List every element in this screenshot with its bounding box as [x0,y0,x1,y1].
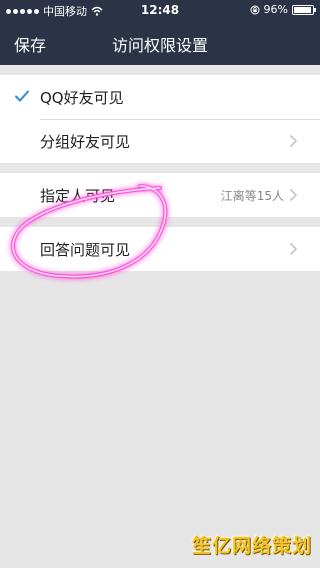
nav-bar: 保存 访问权限设置 [0,20,320,65]
battery-icon [292,4,316,15]
watermark: 笙亿网络策划 [191,535,312,557]
rotation-lock-icon [250,5,260,14]
page-title: 访问权限设置 [111,36,208,55]
chevron-right-icon [289,188,298,202]
checkmark-icon [15,90,29,102]
visibility-group-question: 回答问题可见 [0,227,320,271]
battery-percent: 96% [263,3,288,16]
option-specified-people[interactable]: 指定人可见 江离等15人 [0,173,320,217]
option-label: 指定人可见 [40,186,116,205]
status-right: 96% [250,3,316,16]
specified-people-summary: 江离等15人 [220,188,284,203]
visibility-group-specified: 指定人可见 江离等15人 [0,173,320,217]
chevron-right-icon [289,134,298,148]
option-label: 分组好友可见 [40,132,131,151]
battery-fill [294,6,312,13]
option-label: QQ好友可见 [40,88,124,107]
visibility-group-primary: QQ好友可见 分组好友可见 [0,75,320,163]
chevron-right-icon [289,242,298,256]
divider [40,119,320,120]
status-bar: 中国移动 12:48 96% [0,0,320,20]
option-qq-friends[interactable]: QQ好友可见 [0,75,320,119]
option-group-friends[interactable]: 分组好友可见 [0,119,320,163]
option-answer-question[interactable]: 回答问题可见 [0,227,320,271]
option-label: 回答问题可见 [40,240,131,259]
